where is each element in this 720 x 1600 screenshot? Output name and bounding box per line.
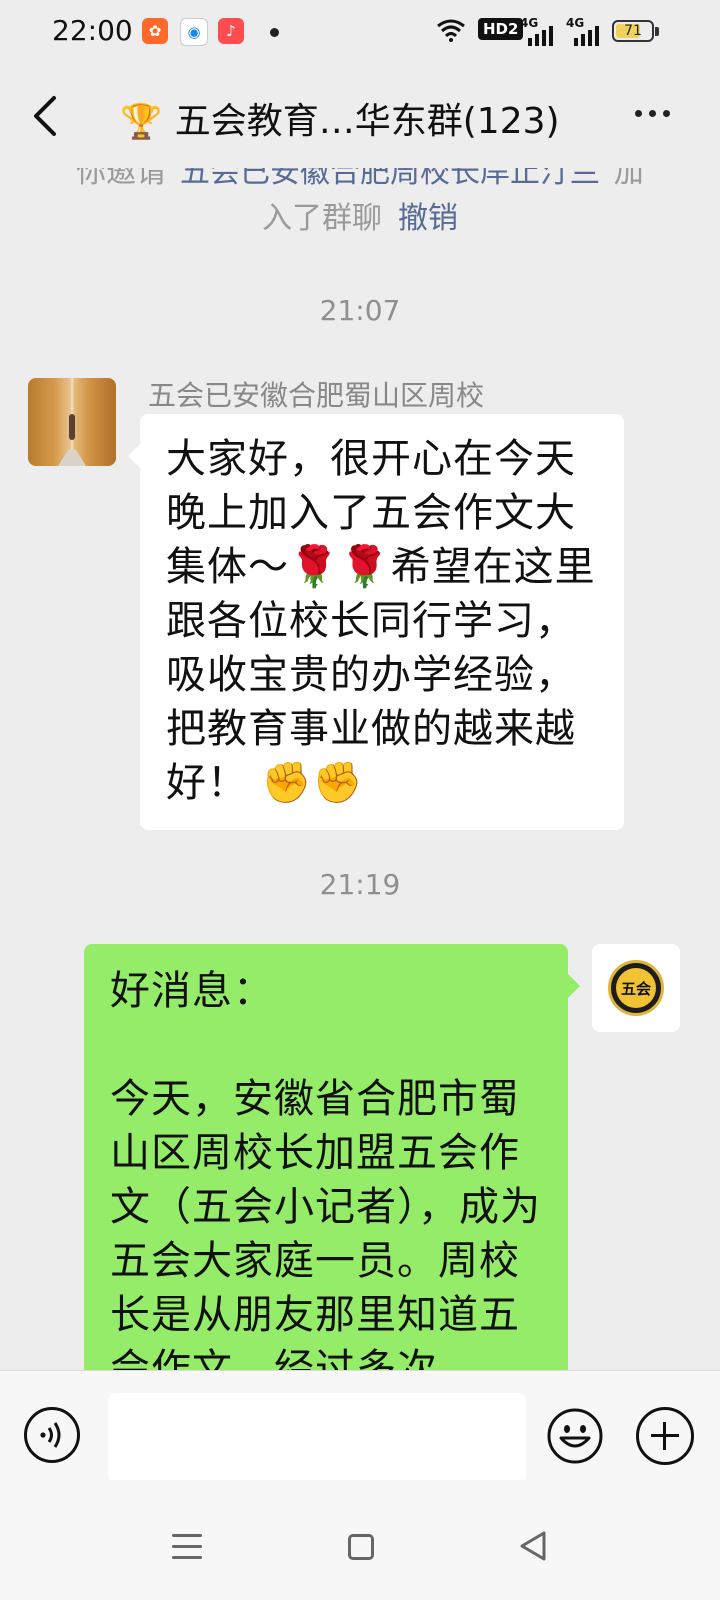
chat-title: 🏆 五会教育…华东群(123) (120, 92, 560, 144)
emoji-button[interactable] (546, 1407, 604, 1465)
message-input[interactable] (108, 1393, 526, 1483)
battery-level: 71 (624, 23, 642, 39)
back-nav-button[interactable] (518, 1530, 548, 1562)
trophy-icon: 🏆 (120, 102, 163, 142)
outgoing-message-bubble[interactable]: 好消息： 今天，安徽省合肥市蜀山区周校长加盟五会作文（五会小记者），成为五会大家… (84, 944, 580, 1370)
hd-badge: HD2 (478, 18, 524, 40)
more-functions-button[interactable] (636, 1407, 694, 1465)
menu-nav-button[interactable] (172, 1534, 202, 1560)
system-notice: 你邀请"五会已安徽合肥周校长岸止汀兰"加入了群聊 撤销 (70, 168, 650, 242)
logo-text: 五会 (616, 968, 656, 1008)
status-time: 22:00 (52, 14, 133, 47)
signal-icon: 4G (520, 16, 556, 46)
wifi-icon (437, 19, 465, 42)
avatar-person (69, 414, 75, 440)
sender-avatar[interactable] (28, 378, 116, 466)
my-avatar[interactable]: 五会 (592, 944, 680, 1032)
wuhui-logo-icon: 五会 (608, 960, 664, 1016)
sender-name: 五会已安徽合肥蜀山区周校 (148, 379, 485, 412)
kuaishou-icon: ✿ (142, 18, 168, 44)
voice-icon (40, 1422, 61, 1448)
back-button[interactable] (28, 94, 64, 138)
invitee-link[interactable]: 五会已安徽合肥周校长岸止汀兰 (180, 168, 600, 190)
voice-input-button[interactable] (24, 1407, 80, 1463)
home-nav-button[interactable] (348, 1534, 374, 1560)
system-nav-bar (0, 1480, 720, 1600)
input-bar (0, 1370, 720, 1483)
more-options-button[interactable] (635, 110, 670, 117)
notification-dot (270, 28, 279, 37)
timestamp: 21:07 (319, 294, 401, 327)
status-bar: 22:00 ✿ ◉ ♪ HD2 4G 4G 71 (0, 0, 720, 64)
signal-icon-2: 4G (566, 16, 602, 46)
chat-header: 🏆 五会教育…华东群(123) (0, 64, 720, 168)
music-icon: ♪ (218, 18, 244, 44)
group-name: 五会教育…华东群(123) (174, 101, 560, 142)
battery-icon: 71 (612, 20, 654, 42)
dot-icon (635, 110, 642, 117)
dot-icon (649, 110, 656, 117)
notice-prefix: 你邀请" (76, 168, 180, 190)
message-list[interactable]: 你邀请"五会已安徽合肥周校长岸止汀兰"加入了群聊 撤销 21:07 五会已安徽合肥… (0, 168, 720, 1370)
incoming-message-bubble[interactable]: 大家好，很开心在今天晚上加入了五会作文大集体～🌹🌹希望在这里跟各位校长同行学习，… (128, 414, 624, 830)
browser-icon: ◉ (180, 18, 208, 46)
revoke-link[interactable]: 撤销 (398, 201, 458, 236)
battery-tip (655, 27, 659, 36)
timestamp: 21:19 (319, 868, 401, 901)
dot-icon (663, 110, 670, 117)
avatar-floor (58, 450, 86, 466)
